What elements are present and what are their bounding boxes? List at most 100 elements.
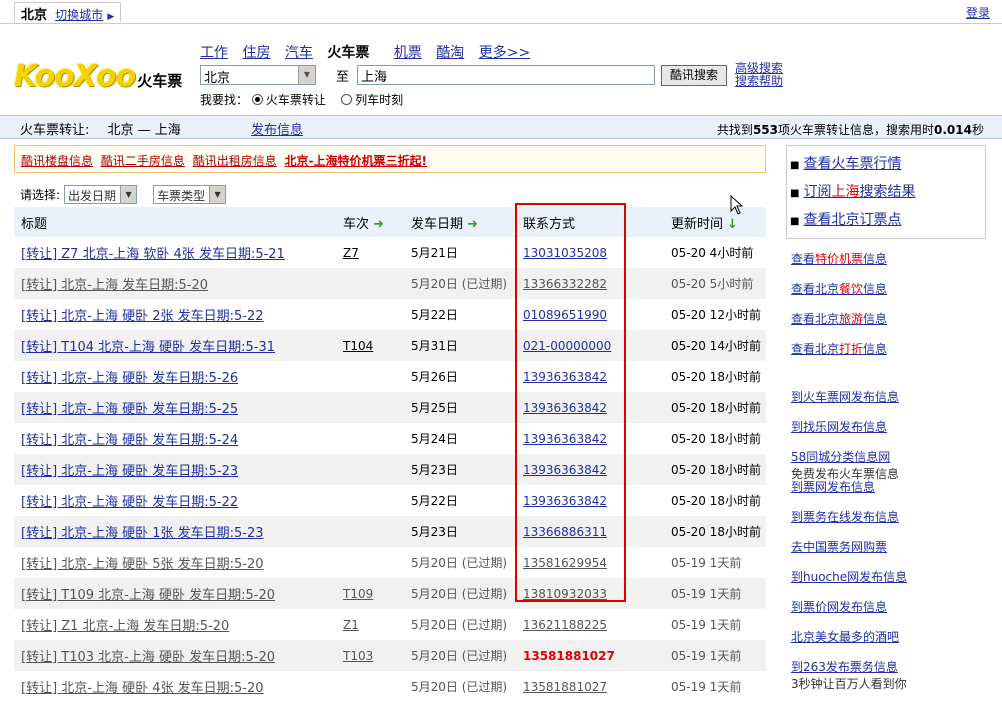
contact-phone-link[interactable]: 13936363842 xyxy=(523,401,607,415)
login-link[interactable]: 登录 xyxy=(966,4,990,21)
publish-link[interactable]: 到huoche网发布信息 xyxy=(791,570,907,584)
header-updated[interactable]: 更新时间 xyxy=(671,217,723,232)
train-number-link[interactable]: T109 xyxy=(343,587,373,601)
contact-phone-link[interactable]: 021-00000000 xyxy=(523,339,611,353)
listing-title-link[interactable]: [转让] 北京-上海 发车日期:5-20 xyxy=(21,278,208,293)
sidebar-box-link[interactable]: 查看火车票行情 xyxy=(803,156,901,172)
publish-link[interactable]: 到票务在线发布信息 xyxy=(791,510,899,524)
train-number-link[interactable]: Z7 xyxy=(343,246,359,260)
to-city-input[interactable] xyxy=(357,65,656,85)
publish-link[interactable]: 去中国票务网购票 xyxy=(791,540,887,554)
contact-phone-link[interactable]: 13810932033 xyxy=(523,587,607,601)
ad-link-rental[interactable]: 酷讯出租房信息 xyxy=(193,154,277,168)
updated-time: 05-20 18小时前 xyxy=(671,525,761,539)
listing-title-link[interactable]: [转让] 北京-上海 硬卧 发车日期:5-23 xyxy=(21,464,238,479)
nav-item-jobs[interactable]: 工作 xyxy=(200,45,228,61)
listing-title-link[interactable]: [转让] T104 北京-上海 硬卧 发车日期:5-31 xyxy=(21,340,275,355)
listing-title-link[interactable]: [转让] 北京-上海 硬卧 5张 发车日期:5-20 xyxy=(21,557,264,572)
publish-link[interactable]: 到票价网发布信息 xyxy=(791,600,887,614)
search-button[interactable]: 酷讯搜索 xyxy=(661,64,728,86)
chevron-down-icon[interactable]: ▼ xyxy=(120,186,137,203)
train-number-link[interactable]: T103 xyxy=(343,649,373,663)
sidebar-link-travel[interactable]: 查看北京旅游信息 xyxy=(791,312,887,326)
contact-phone-link[interactable]: 13936363842 xyxy=(523,463,607,477)
contact-phone-link[interactable]: 13581881027 xyxy=(523,680,607,694)
nav-item-cars[interactable]: 汽车 xyxy=(285,45,313,61)
contact-phone-link[interactable]: 13031035208 xyxy=(523,246,607,260)
sidebar-box-link-text: 订阅 xyxy=(803,184,832,200)
contact-phone-link[interactable]: 13936363842 xyxy=(523,370,607,384)
listing-title-link[interactable]: [转让] 北京-上海 硬卧 4张 发车日期:5-20 xyxy=(21,681,264,696)
publish-info-link[interactable]: 发布信息 xyxy=(251,123,303,138)
sidebar-box-item[interactable]: ■ 查看北京订票点 xyxy=(787,209,985,237)
sort-arrow-icon[interactable]: ➜ xyxy=(373,217,384,232)
listing-title-link[interactable]: [转让] T109 北京-上海 硬卧 发车日期:5-20 xyxy=(21,588,275,603)
publish-link[interactable]: 到找乐网发布信息 xyxy=(791,420,887,434)
radio-timetable-label[interactable]: 列车时刻 xyxy=(355,93,403,107)
contact-phone-link[interactable]: 13936363842 xyxy=(523,432,607,446)
sidebar-box-link[interactable]: 查看北京订票点 xyxy=(803,212,901,228)
nav-item-housing[interactable]: 住房 xyxy=(242,45,270,61)
radio-transfer[interactable] xyxy=(251,94,263,105)
ad-link-real-estate[interactable]: 酷讯楼盘信息 xyxy=(21,154,93,168)
ticket-type-select[interactable]: 车票类型 ▼ xyxy=(153,185,227,204)
ad-link-second-hand[interactable]: 酷讯二手房信息 xyxy=(101,154,185,168)
sidebar-box-item[interactable]: ■ 查看火车票行情 xyxy=(787,153,985,181)
publish-link[interactable]: 到火车票网发布信息 xyxy=(791,390,899,404)
departure-date: 5月22日 xyxy=(411,494,458,508)
search-help-link[interactable]: 搜索帮助 xyxy=(735,74,783,88)
header-train[interactable]: 车次 xyxy=(343,217,369,232)
listing-title-link[interactable]: [转让] 北京-上海 硬卧 1张 发车日期:5-23 xyxy=(21,526,264,541)
sidebar-box-item[interactable]: ■ 订阅上海搜索结果 xyxy=(787,181,985,209)
header-date[interactable]: 发车日期 xyxy=(411,217,463,232)
publish-link[interactable]: 到票网发布信息 xyxy=(791,480,875,494)
contact-phone-link[interactable]: 13936363842 xyxy=(523,494,607,508)
listing-title-link[interactable]: [转让] 北京-上海 硬卧 发车日期:5-22 xyxy=(21,495,238,510)
contact-phone-link[interactable]: 13366886311 xyxy=(523,525,607,539)
radio-timetable[interactable] xyxy=(341,94,353,105)
from-city-combobox[interactable]: 北京 ▼ xyxy=(200,65,316,86)
nav-item-flights[interactable]: 机票 xyxy=(394,45,422,61)
site-logo[interactable]: KooXoo 火车票 xyxy=(14,58,182,94)
listing-title-link[interactable]: [转让] T103 北京-上海 硬卧 发车日期:5-20 xyxy=(21,650,275,665)
sidebar-box-link[interactable]: 订阅上海搜索结果 xyxy=(803,184,915,200)
contact-phone-highlight[interactable]: 13581881027 xyxy=(523,649,615,663)
publish-link-item: 到票务在线发布信息 xyxy=(791,508,907,538)
header-title: 标题 xyxy=(21,216,48,232)
train-number-link[interactable]: Z1 xyxy=(343,618,359,632)
nav-item-more[interactable]: 更多>> xyxy=(479,45,530,61)
listing-title-link[interactable]: [转让] Z7 北京-上海 软卧 4张 发车日期:5-21 xyxy=(21,247,285,262)
contact-phone-link[interactable]: 13366332282 xyxy=(523,277,607,291)
listing-title-link[interactable]: [转让] 北京-上海 硬卧 发车日期:5-24 xyxy=(21,433,238,448)
publish-link[interactable]: 到263发布票务信息 xyxy=(791,660,898,674)
publish-link[interactable]: 58同城分类信息网 xyxy=(791,450,890,464)
city-selector: 北京 切换城市 ▶ xyxy=(14,2,122,23)
listing-title-link[interactable]: [转让] 北京-上海 硬卧 发车日期:5-25 xyxy=(21,402,238,417)
departure-date-select[interactable]: 出发日期 ▼ xyxy=(64,185,138,204)
chevron-down-icon[interactable]: ▼ xyxy=(209,186,226,203)
listing-title-link[interactable]: [转让] Z1 北京-上海 发车日期:5-20 xyxy=(21,619,229,634)
sidebar-link-flights[interactable]: 查看特价机票信息 xyxy=(791,252,887,266)
listing-title-link[interactable]: [转让] 北京-上海 硬卧 2张 发车日期:5-22 xyxy=(21,309,264,324)
contact-phone-link[interactable]: 13621188225 xyxy=(523,618,607,632)
nav-item-kutao[interactable]: 酷淘 xyxy=(436,45,464,61)
switch-city-link[interactable]: 切换城市 xyxy=(55,8,103,22)
contact-phone-link[interactable]: 13581629954 xyxy=(523,556,607,570)
sort-arrow-icon[interactable]: ➜ xyxy=(467,217,478,232)
publish-link[interactable]: 北京美女最多的酒吧 xyxy=(791,630,899,644)
contact-phone-link[interactable]: 01089651990 xyxy=(523,308,607,322)
chevron-down-icon[interactable]: ▼ xyxy=(298,66,315,84)
advanced-search-link[interactable]: 高级搜索 xyxy=(735,61,783,75)
sort-down-arrow-icon[interactable]: ↓ xyxy=(727,217,738,232)
radio-transfer-label[interactable]: 火车票转让 xyxy=(266,93,326,107)
bullet-icon: ■ xyxy=(790,160,800,171)
sidebar-box-link-highlight: 上海 xyxy=(831,184,860,200)
train-number-link[interactable]: T104 xyxy=(343,339,373,353)
listing-title-link[interactable]: [转让] 北京-上海 硬卧 发车日期:5-26 xyxy=(21,371,238,386)
search-row: 北京 ▼ 至 酷讯搜索 高级搜索 搜索帮助 xyxy=(200,61,783,88)
table-row: [转让] 北京-上海 发车日期:5-20 5月20日 (已过期) 133663322… xyxy=(14,268,766,299)
sidebar-link-discounts[interactable]: 查看北京打折信息 xyxy=(791,342,887,356)
nav-item-train-tickets[interactable]: 火车票 xyxy=(327,45,369,61)
ad-link-flight-deal[interactable]: 北京-上海特价机票三折起! xyxy=(285,154,427,168)
sidebar-link-dining[interactable]: 查看北京餐饮信息 xyxy=(791,282,887,296)
